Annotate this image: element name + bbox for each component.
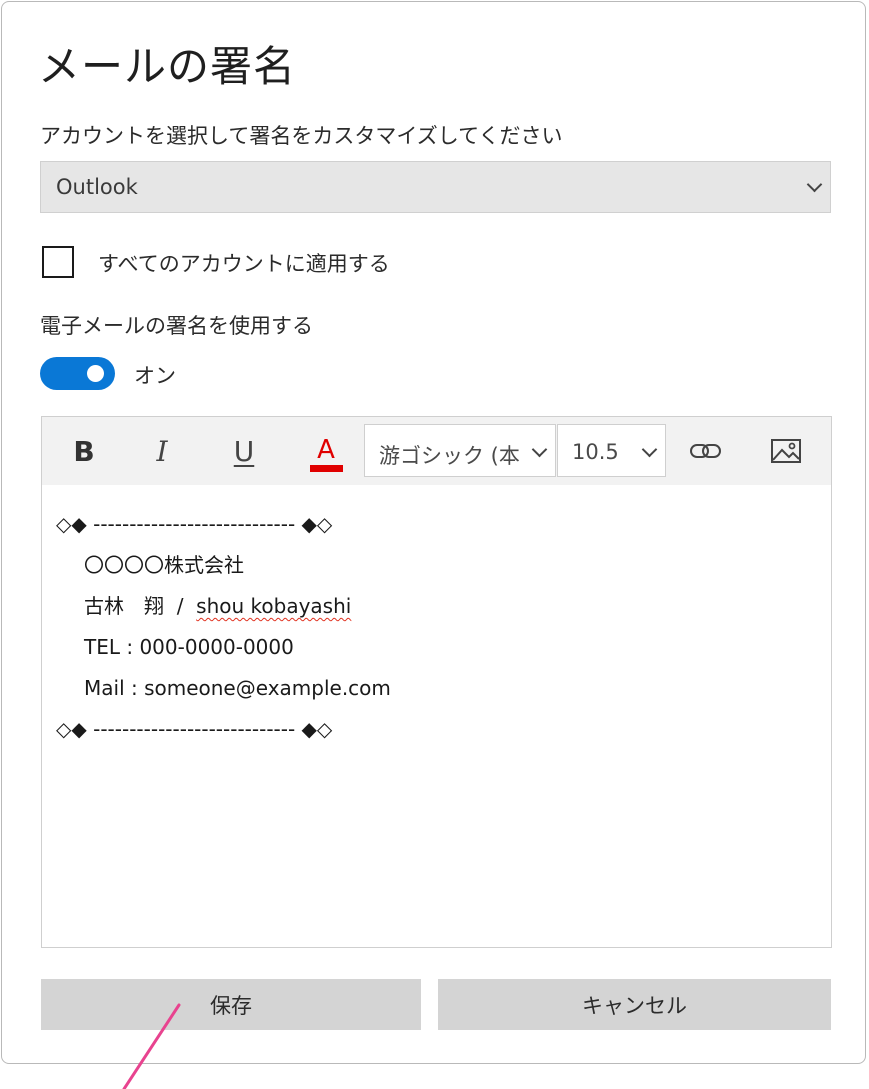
font-family-select[interactable]: 游ゴシック (本 — [364, 424, 556, 477]
signature-tel: TEL : 000-0000-0000 — [84, 635, 294, 659]
signature-border-top: ◇◆ ---------------------------- ◆◇ — [56, 512, 333, 536]
apply-all-checkbox[interactable] — [42, 246, 74, 278]
chevron-down-icon — [806, 176, 823, 193]
font-color-swatch — [309, 464, 343, 472]
signature-name-jp: 古林 翔 — [84, 594, 164, 618]
signature-name-line: 古林 翔 / shou kobayashi — [56, 591, 391, 632]
underline-button[interactable]: U — [214, 417, 274, 485]
signature-editor[interactable]: B I U A 游ゴシック (本 10.5 ◇◆ ---------------… — [41, 416, 832, 948]
font-size-value: 10.5 — [572, 440, 619, 464]
insert-link-button[interactable] — [676, 417, 736, 485]
insert-image-button[interactable] — [756, 417, 816, 485]
apply-all-label: すべてのアカウントに適用する — [98, 252, 390, 276]
font-color-letter: A — [317, 434, 335, 465]
use-signature-label: 電子メールの署名を使用する — [40, 314, 313, 338]
chevron-down-icon — [531, 441, 548, 458]
font-family-value: 游ゴシック (本 — [379, 444, 520, 468]
font-color-button[interactable]: A — [296, 417, 356, 485]
format-toolbar: B I U A 游ゴシック (本 10.5 — [42, 417, 831, 485]
bold-button[interactable]: B — [54, 417, 114, 485]
toggle-state-label: オン — [134, 364, 176, 388]
account-select[interactable]: Outlook — [40, 161, 831, 213]
chevron-down-icon — [641, 441, 658, 458]
signature-name-en: shou kobayashi — [196, 594, 352, 618]
toggle-knob — [87, 365, 104, 382]
account-select-value: Outlook — [56, 175, 138, 199]
save-button[interactable]: 保存 — [41, 979, 421, 1030]
image-icon — [771, 439, 801, 463]
signature-dialog: メールの署名 アカウントを選択して署名をカスタマイズしてください Outlook… — [1, 1, 866, 1064]
dialog-title: メールの署名 — [38, 42, 297, 91]
font-size-select[interactable]: 10.5 — [557, 424, 666, 477]
signature-border-bottom: ◇◆ ---------------------------- ◆◇ — [56, 717, 333, 741]
dialog-subtitle: アカウントを選択して署名をカスタマイズしてください — [40, 124, 563, 148]
italic-button[interactable]: I — [132, 417, 192, 485]
signature-mail: Mail : someone@example.com — [84, 676, 391, 700]
link-icon — [690, 444, 721, 458]
cancel-button[interactable]: キャンセル — [438, 979, 831, 1030]
signature-company: 〇〇〇〇株式会社 — [84, 553, 244, 577]
signature-name-separator: / — [164, 594, 197, 618]
signature-content[interactable]: ◇◆ ---------------------------- ◆◇ 〇〇〇〇株… — [56, 509, 391, 755]
use-signature-toggle[interactable] — [40, 357, 115, 390]
